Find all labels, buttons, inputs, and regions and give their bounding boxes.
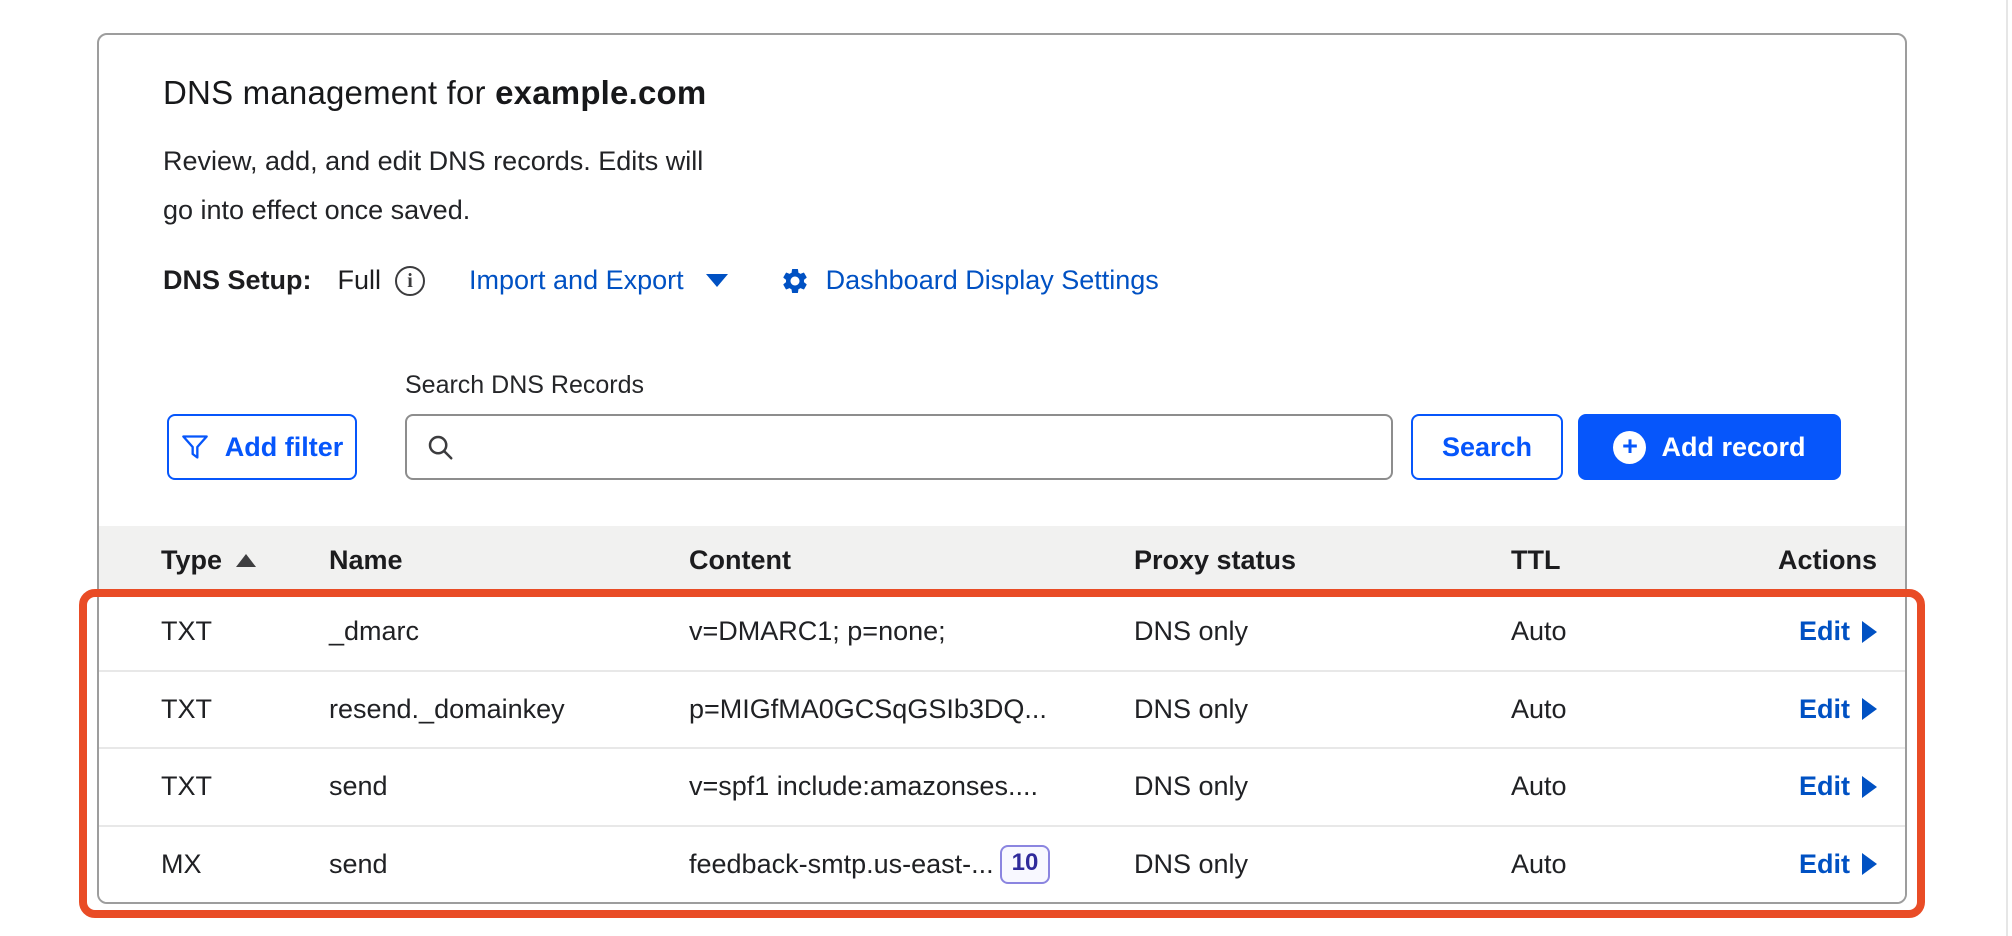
cell-proxy-status: DNS only bbox=[1134, 849, 1511, 880]
mx-priority-badge: 10 bbox=[1000, 845, 1051, 884]
sort-ascending-icon bbox=[236, 554, 256, 567]
column-header-type[interactable]: Type bbox=[99, 545, 329, 576]
dns-management-card: DNS management for example.com Review, a… bbox=[97, 33, 1907, 904]
cell-content: v=spf1 include:amazonses.... bbox=[689, 771, 1134, 802]
edit-record-link[interactable]: Edit bbox=[1799, 694, 1877, 725]
cell-proxy-status: DNS only bbox=[1134, 616, 1511, 647]
search-input[interactable] bbox=[455, 416, 1391, 478]
cell-name: _dmarc bbox=[329, 616, 689, 647]
cell-ttl: Auto bbox=[1511, 616, 1697, 647]
column-header-proxy-status[interactable]: Proxy status bbox=[1134, 545, 1511, 576]
search-icon bbox=[425, 432, 455, 462]
column-header-actions: Actions bbox=[1697, 545, 1905, 576]
description-line: go into effect once saved. bbox=[163, 186, 703, 235]
dashboard-display-settings-link[interactable]: Dashboard Display Settings bbox=[780, 265, 1159, 296]
cell-name: resend._domainkey bbox=[329, 694, 689, 725]
plus-icon: + bbox=[1613, 431, 1646, 464]
table-row: TXT send v=spf1 include:amazonses.... DN… bbox=[99, 749, 1905, 827]
page-description: Review, add, and edit DNS records. Edits… bbox=[163, 137, 703, 235]
arrow-right-icon bbox=[1862, 853, 1877, 875]
edit-record-link[interactable]: Edit bbox=[1799, 616, 1877, 647]
cell-content-text: feedback-smtp.us-east-... bbox=[689, 849, 994, 880]
gear-icon bbox=[780, 266, 810, 296]
cell-type: MX bbox=[99, 849, 329, 880]
dns-records-table: Type Name Content Proxy status TTL Actio… bbox=[99, 526, 1905, 902]
arrow-right-icon bbox=[1862, 776, 1877, 798]
edit-record-link[interactable]: Edit bbox=[1799, 771, 1877, 802]
edit-record-link[interactable]: Edit bbox=[1799, 849, 1877, 880]
domain-name: example.com bbox=[495, 74, 706, 111]
filter-icon bbox=[181, 434, 209, 460]
cell-content: v=DMARC1; p=none; bbox=[689, 616, 1134, 647]
info-icon[interactable]: i bbox=[395, 266, 425, 296]
chevron-down-icon bbox=[706, 274, 728, 287]
column-header-name[interactable]: Name bbox=[329, 545, 689, 576]
edit-label: Edit bbox=[1799, 849, 1850, 880]
cell-ttl: Auto bbox=[1511, 849, 1697, 880]
column-header-content[interactable]: Content bbox=[689, 545, 1134, 576]
cell-type: TXT bbox=[99, 771, 329, 802]
arrow-right-icon bbox=[1862, 698, 1877, 720]
page-right-border bbox=[2006, 0, 2008, 936]
table-header-row: Type Name Content Proxy status TTL Actio… bbox=[99, 526, 1905, 594]
add-record-button[interactable]: + Add record bbox=[1578, 414, 1841, 480]
dns-setup-label: DNS Setup: bbox=[163, 265, 312, 296]
cell-proxy-status: DNS only bbox=[1134, 771, 1511, 802]
arrow-right-icon bbox=[1862, 621, 1877, 643]
import-export-link[interactable]: Import and Export bbox=[469, 265, 728, 296]
page-title-prefix: DNS management for bbox=[163, 74, 486, 111]
table-row: MX send feedback-smtp.us-east-... 10 DNS… bbox=[99, 827, 1905, 903]
table-row: TXT resend._domainkey p=MIGfMA0GCSqGSIb3… bbox=[99, 672, 1905, 750]
edit-label: Edit bbox=[1799, 771, 1850, 802]
column-header-ttl[interactable]: TTL bbox=[1511, 545, 1697, 576]
page-title: DNS management for example.com bbox=[163, 73, 706, 113]
search-input-container bbox=[405, 414, 1393, 480]
add-filter-label: Add filter bbox=[225, 432, 344, 463]
dashboard-display-settings-label: Dashboard Display Settings bbox=[826, 265, 1159, 296]
cell-type: TXT bbox=[99, 694, 329, 725]
edit-label: Edit bbox=[1799, 616, 1850, 647]
cell-proxy-status: DNS only bbox=[1134, 694, 1511, 725]
cell-name: send bbox=[329, 849, 689, 880]
add-filter-button[interactable]: Add filter bbox=[167, 414, 357, 480]
cell-name: send bbox=[329, 771, 689, 802]
description-line: Review, add, and edit DNS records. Edits… bbox=[163, 137, 703, 186]
search-button[interactable]: Search bbox=[1411, 414, 1563, 480]
column-header-type-label: Type bbox=[161, 545, 222, 576]
cell-content: p=MIGfMA0GCSqGSIb3DQ... bbox=[689, 694, 1134, 725]
cell-content: feedback-smtp.us-east-... 10 bbox=[689, 845, 1134, 884]
search-label: Search DNS Records bbox=[405, 371, 644, 400]
table-row: TXT _dmarc v=DMARC1; p=none; DNS only Au… bbox=[99, 594, 1905, 672]
cell-ttl: Auto bbox=[1511, 771, 1697, 802]
search-button-label: Search bbox=[1442, 432, 1532, 463]
cell-type: TXT bbox=[99, 616, 329, 647]
dns-setup-row: DNS Setup: Full i Import and Export Dash… bbox=[163, 265, 1159, 296]
add-record-label: Add record bbox=[1661, 432, 1805, 463]
edit-label: Edit bbox=[1799, 694, 1850, 725]
cell-ttl: Auto bbox=[1511, 694, 1697, 725]
import-export-label: Import and Export bbox=[469, 265, 684, 296]
dns-setup-value: Full bbox=[338, 265, 382, 296]
